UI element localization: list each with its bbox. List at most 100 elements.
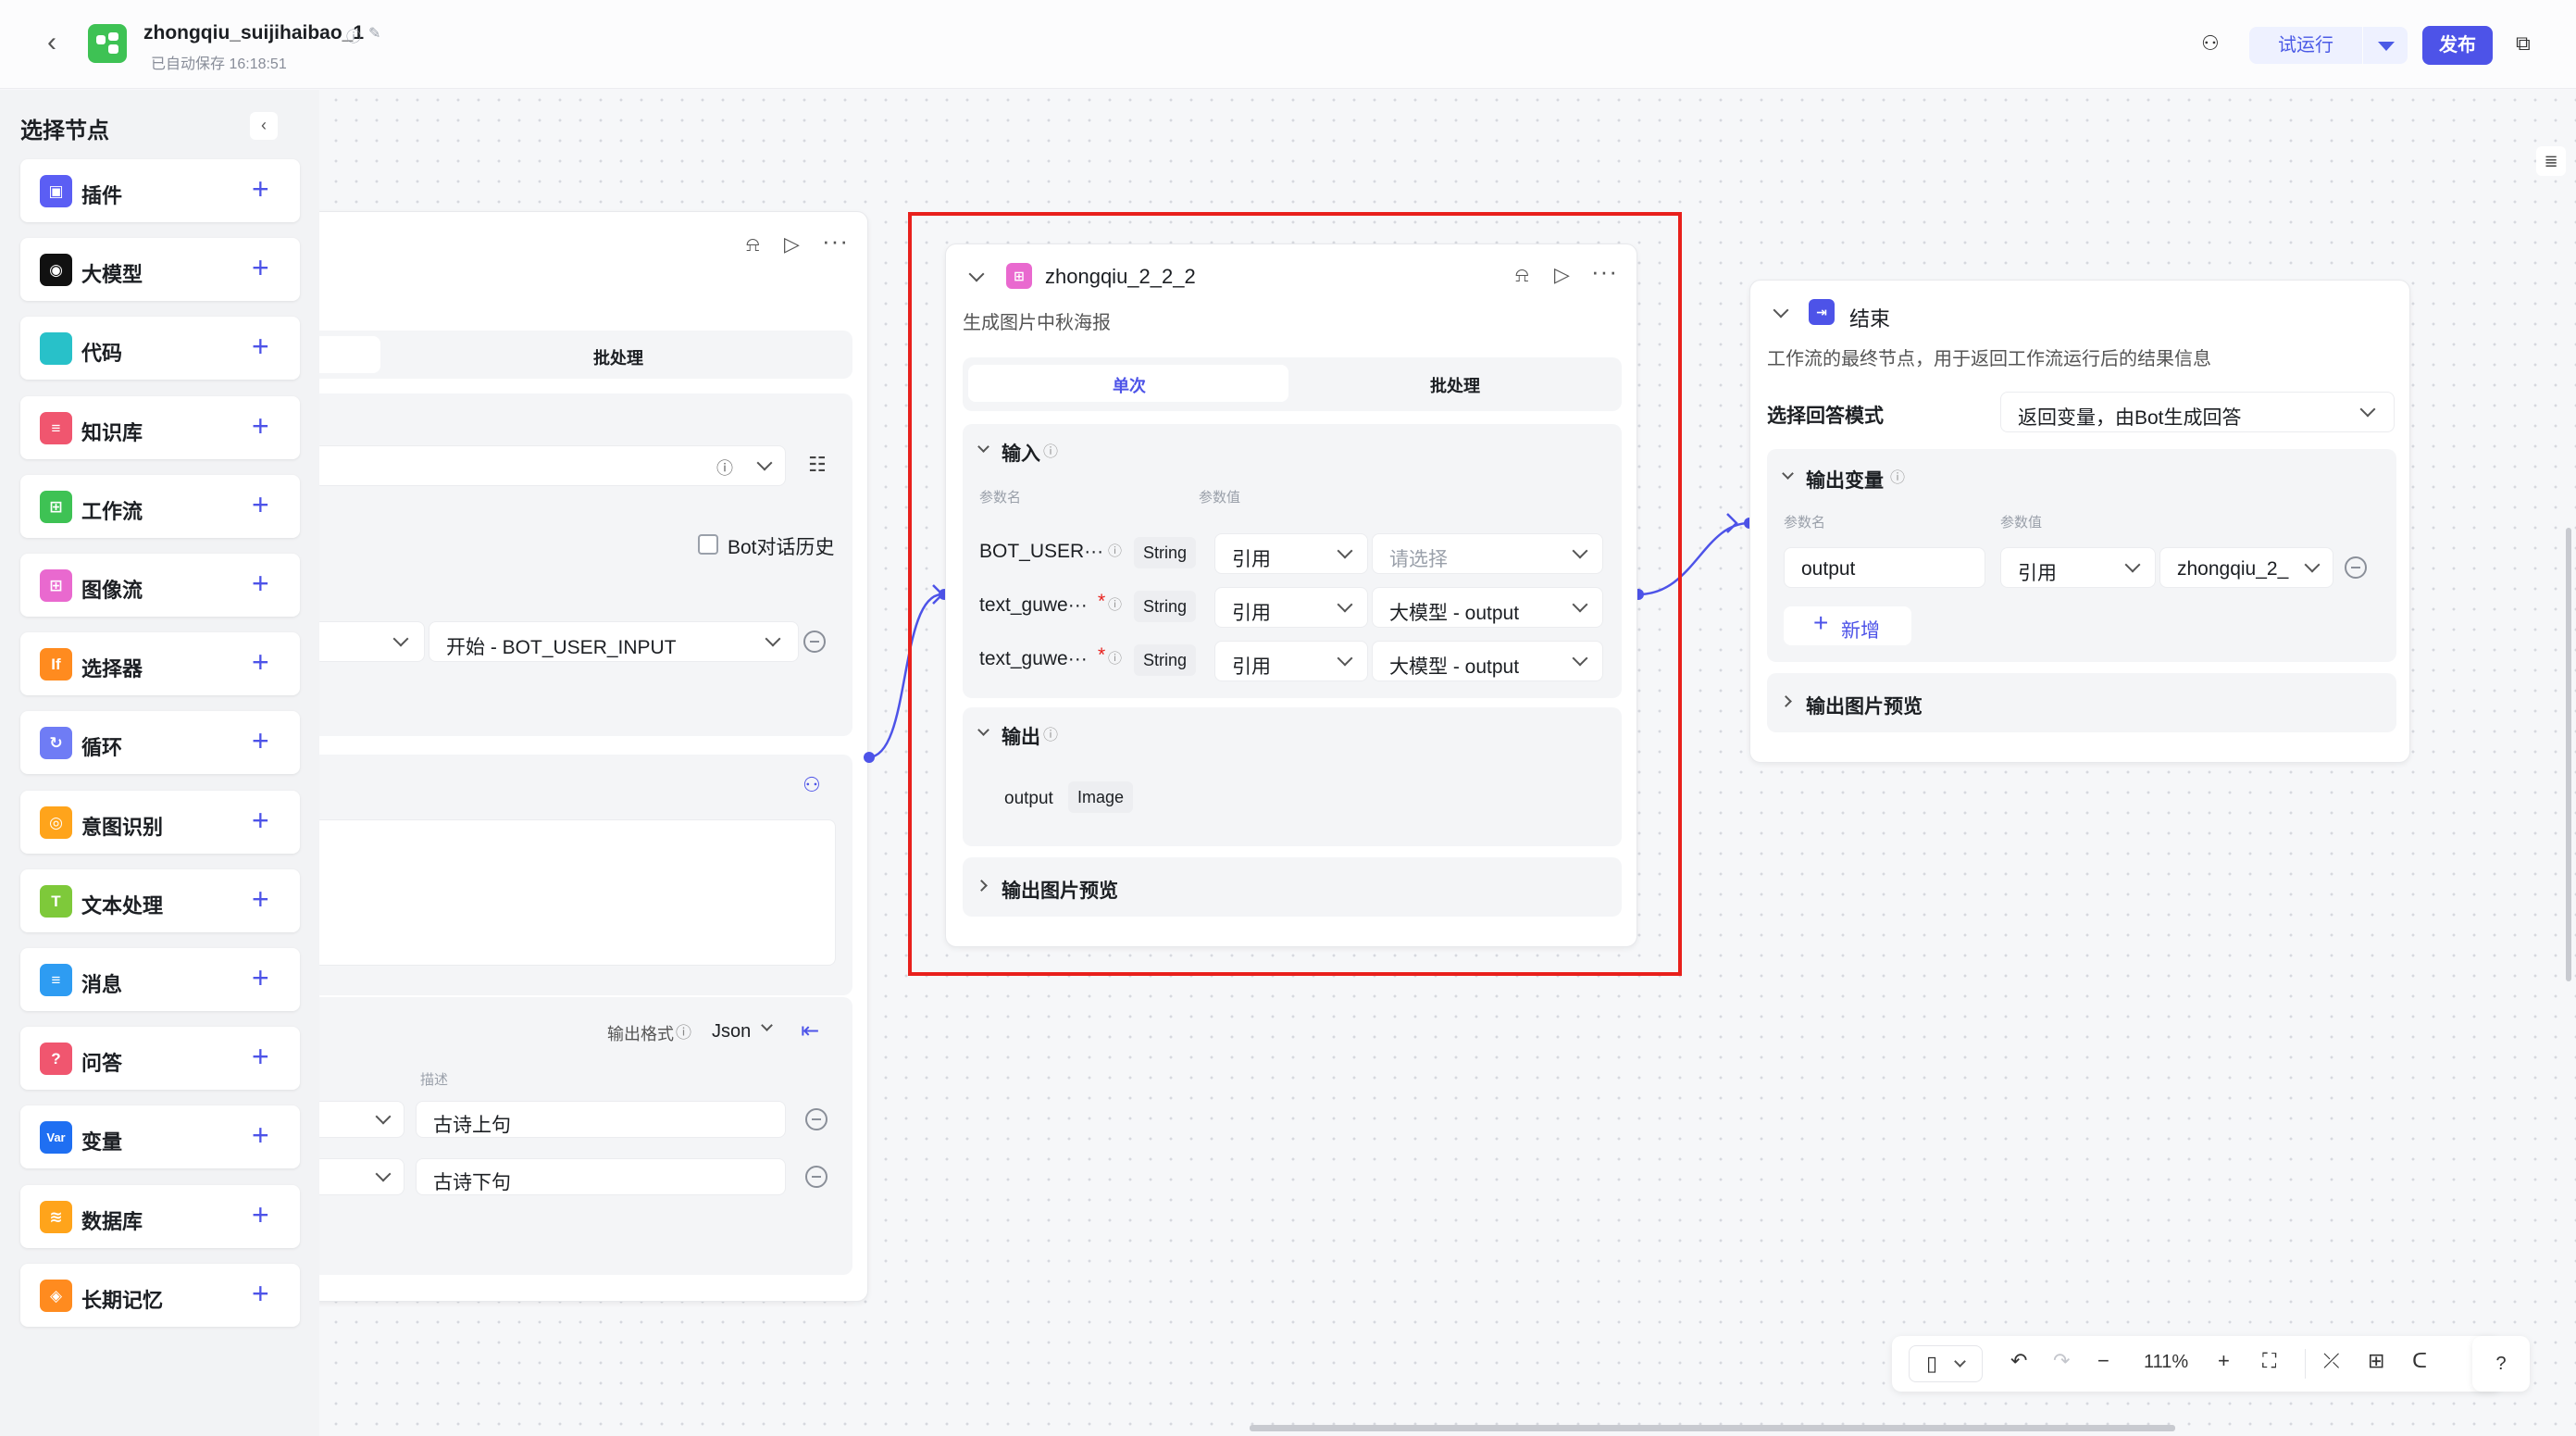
param-value-header: 参数值 <box>1199 490 1241 506</box>
mode-value: 引用 <box>1232 549 1271 570</box>
var-name-input[interactable]: output <box>1784 547 1985 588</box>
info-icon: ⓘ <box>1043 728 1059 743</box>
param-name: text_guwe··· <box>979 648 1088 669</box>
var-name: output <box>1801 558 1856 580</box>
type-tag: String <box>1134 591 1197 622</box>
value-select[interactable]: 请选择 <box>1372 533 1603 574</box>
preview-label: 输出图片预览 <box>1002 880 1118 902</box>
run-icon[interactable]: ▷ <box>1554 263 1570 287</box>
chevron-down-icon <box>1337 543 1353 559</box>
tab-single[interactable]: 单次 <box>1113 373 1146 397</box>
param-name: BOT_USER··· <box>979 541 1104 562</box>
bottom-toolbar: ▯ ↶ ↷ − 111% + ⛶ ⤫ ⊞ ᑕ <box>1892 1336 2501 1392</box>
end-node-subtitle: 工作流的最终节点，用于返回工作流运行后的结果信息 <box>1767 349 2211 369</box>
plus-icon: + <box>1813 608 1829 637</box>
info-icon: ⓘ <box>1890 470 1906 486</box>
left-node-output-port[interactable] <box>864 752 875 763</box>
middle-tabs: 单次 批处理 <box>963 357 1622 411</box>
param-row: text_guwe··· * ⓘ String 引用 大模型 - output <box>963 639 1622 683</box>
required-mark: * <box>1098 644 1106 666</box>
param-row: text_guwe··· * ⓘ String 引用 大模型 - output <box>963 585 1622 630</box>
bell-off-icon[interactable]: ⍾ <box>1515 263 1529 287</box>
end-preview-panel[interactable]: 输出图片预览 <box>1767 673 2396 732</box>
preview-panel[interactable]: 输出图片预览 <box>963 857 1622 917</box>
imageflow-icon: ⊞ <box>1006 263 1032 289</box>
input-section-label: 输入 <box>1002 443 1040 465</box>
pointer-mode-select[interactable]: ▯ <box>1909 1345 1983 1382</box>
add-var-button[interactable]: + 新增 <box>1784 606 1911 645</box>
collapse-all-icon[interactable]: ⤫ <box>2323 1349 2340 1373</box>
end-icon: ⇥ <box>1809 299 1835 325</box>
chevron-down-icon <box>1337 650 1353 667</box>
var-value-select[interactable]: zhongqiu_2_ <box>2159 547 2333 588</box>
chevron-down-icon <box>2304 556 2321 573</box>
end-node-title: 结束 <box>1849 307 1891 331</box>
preview-label: 输出图片预览 <box>1806 696 1923 718</box>
chevron-down-icon <box>1572 596 1588 613</box>
divider <box>2305 1349 2306 1379</box>
var-mode-select[interactable]: 引用 <box>2000 547 2156 588</box>
more-icon[interactable]: ··· <box>1591 257 1618 286</box>
help-icon[interactable]: ? <box>2472 1336 2530 1392</box>
output-vars-label: 输出变量 <box>1806 470 1884 492</box>
answer-mode-label: 选择回答模式 <box>1767 406 1884 427</box>
chevron-down-icon <box>1572 650 1588 667</box>
value-text: 请选择 <box>1389 549 1448 570</box>
remove-icon[interactable] <box>2345 556 2367 579</box>
param-value-header: 参数值 <box>2000 515 2043 531</box>
output-type-tag: Image <box>1068 781 1134 813</box>
output-section-label: 输出 <box>1002 727 1040 748</box>
input-panel: 输入 ⓘ 参数名 参数值 BOT_USER··· ⓘ String 引用 请选择 text… <box>963 424 1622 698</box>
type-tag: String <box>1134 537 1197 568</box>
chevron-right-icon[interactable] <box>1780 695 1792 707</box>
var-mode: 引用 <box>2018 563 2057 584</box>
mouse-icon: ▯ <box>1926 1352 1938 1375</box>
connector-style-icon[interactable]: ᑕ <box>2412 1349 2427 1373</box>
value-select[interactable]: 大模型 - output <box>1372 587 1603 628</box>
mode-select[interactable]: 引用 <box>1214 641 1368 681</box>
output-name: output <box>1004 789 1053 808</box>
info-icon: ⓘ <box>1108 651 1123 667</box>
answer-mode-select[interactable]: 返回变量，由Bot生成回答 <box>2000 392 2395 432</box>
chevron-down-icon <box>1337 596 1353 613</box>
middle-node[interactable]: ⊞ zhongqiu_2_2_2 ⍾ ▷ ··· 生成图片中秋海报 单次 批处理… <box>945 243 1637 947</box>
collapse-chevron-icon[interactable] <box>968 266 985 282</box>
type-tag: String <box>1134 644 1197 676</box>
info-icon: ⓘ <box>1043 444 1059 460</box>
arrow-in-end <box>1726 513 1738 533</box>
add-label: 新增 <box>1841 620 1880 642</box>
zoom-in-icon[interactable]: + <box>2218 1349 2230 1373</box>
end-node[interactable]: ⇥ 结束 工作流的最终节点，用于返回工作流运行后的结果信息 选择回答模式 返回变… <box>1749 280 2410 763</box>
zoom-level[interactable]: 111% <box>2144 1352 2188 1373</box>
chevron-down-icon <box>1572 543 1588 559</box>
info-icon: ⓘ <box>1108 543 1123 559</box>
chevron-down-icon <box>1954 1355 1966 1367</box>
chevron-down-icon[interactable] <box>977 441 989 453</box>
required-mark: * <box>1098 591 1106 612</box>
middle-node-title: zhongqiu_2_2_2 <box>1045 265 1196 288</box>
chevron-down-icon[interactable] <box>1782 468 1794 480</box>
redo-icon[interactable]: ↷ <box>2053 1349 2070 1373</box>
output-panel: 输出 ⓘ output Image <box>963 707 1622 846</box>
param-row: BOT_USER··· ⓘ String 引用 请选择 <box>963 531 1622 576</box>
info-icon: ⓘ <box>1108 597 1123 613</box>
param-name-header: 参数名 <box>979 490 1022 506</box>
output-vars-panel: 输出变量 ⓘ 参数名 参数值 output 引用 zhongqiu_2_ + 新… <box>1767 449 2396 662</box>
undo-icon[interactable]: ↶ <box>2010 1349 2027 1373</box>
chevron-down-icon <box>2359 401 2376 418</box>
mode-select[interactable]: 引用 <box>1214 587 1368 628</box>
mode-value: 引用 <box>1232 656 1271 678</box>
var-value: zhongqiu_2_ <box>2177 558 2289 580</box>
value-select[interactable]: 大模型 - output <box>1372 641 1603 681</box>
chevron-right-icon[interactable] <box>976 880 988 892</box>
collapse-chevron-icon[interactable] <box>1773 302 1789 318</box>
layout-icon[interactable]: ⊞ <box>2368 1349 2384 1373</box>
chevron-down-icon[interactable] <box>977 724 989 736</box>
tab-batch[interactable]: 批处理 <box>1430 373 1480 397</box>
param-name-header: 参数名 <box>1784 515 1826 531</box>
fit-view-icon[interactable]: ⛶ <box>2262 1349 2276 1373</box>
chevron-down-icon <box>2124 556 2141 573</box>
answer-mode-value: 返回变量，由Bot生成回答 <box>2018 407 2242 429</box>
mode-select[interactable]: 引用 <box>1214 533 1368 574</box>
zoom-out-icon[interactable]: − <box>2097 1349 2109 1373</box>
